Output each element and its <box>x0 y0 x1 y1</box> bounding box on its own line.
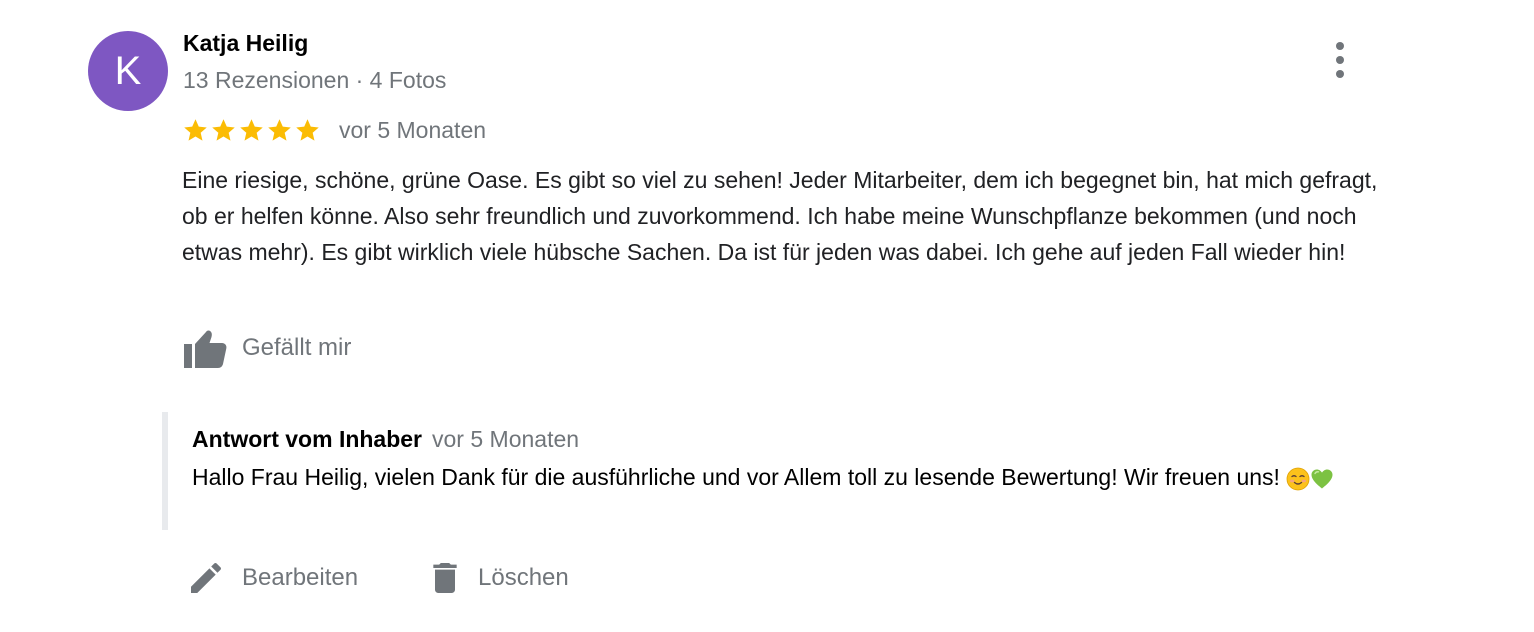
owner-reply-text: Hallo Frau Heilig, vielen Dank für die a… <box>192 459 1382 495</box>
like-label: Gefällt mir <box>242 334 352 361</box>
like-button[interactable]: Gefällt mir <box>182 326 351 370</box>
more-vert-icon <box>1336 42 1344 50</box>
owner-reply-title: Antwort vom Inhaber <box>192 426 423 452</box>
delete-button[interactable]: Löschen <box>425 556 569 600</box>
review-date: vor 5 Monaten <box>339 116 487 143</box>
star-icon <box>240 118 263 141</box>
owner-reply-date: vor 5 Monaten <box>432 426 580 452</box>
reviewer-name[interactable]: Katja Heilig <box>183 30 308 57</box>
smiling-face-emoji <box>1286 467 1310 491</box>
edit-button[interactable]: Bearbeiten <box>186 556 358 600</box>
review-text: Eine riesige, schöne, grüne Oase. Es gib… <box>182 167 1378 265</box>
owner-reply-text-body: Hallo Frau Heilig, vielen Dank für die a… <box>192 464 1280 490</box>
star-icon <box>268 118 291 141</box>
rating-row: vor 5 Monaten <box>182 113 486 147</box>
thumbs-up-icon <box>184 330 227 368</box>
edit-label: Bearbeiten <box>242 564 359 591</box>
more-options-button[interactable] <box>1320 38 1360 82</box>
star-rating <box>182 117 321 144</box>
pencil-icon <box>191 562 222 593</box>
star-icon <box>212 118 235 141</box>
delete-label: Löschen <box>478 564 569 591</box>
star-icon <box>296 118 319 141</box>
owner-reply: Antwort vom Inhaber vor 5 Monaten Hallo … <box>162 412 1398 530</box>
avatar[interactable]: K <box>88 31 168 111</box>
reviewer-meta: 13 Rezensionen · 4 Fotos <box>183 67 447 93</box>
green-heart-emoji <box>1311 469 1333 489</box>
trash-icon <box>433 563 457 593</box>
star-icon <box>184 118 207 141</box>
